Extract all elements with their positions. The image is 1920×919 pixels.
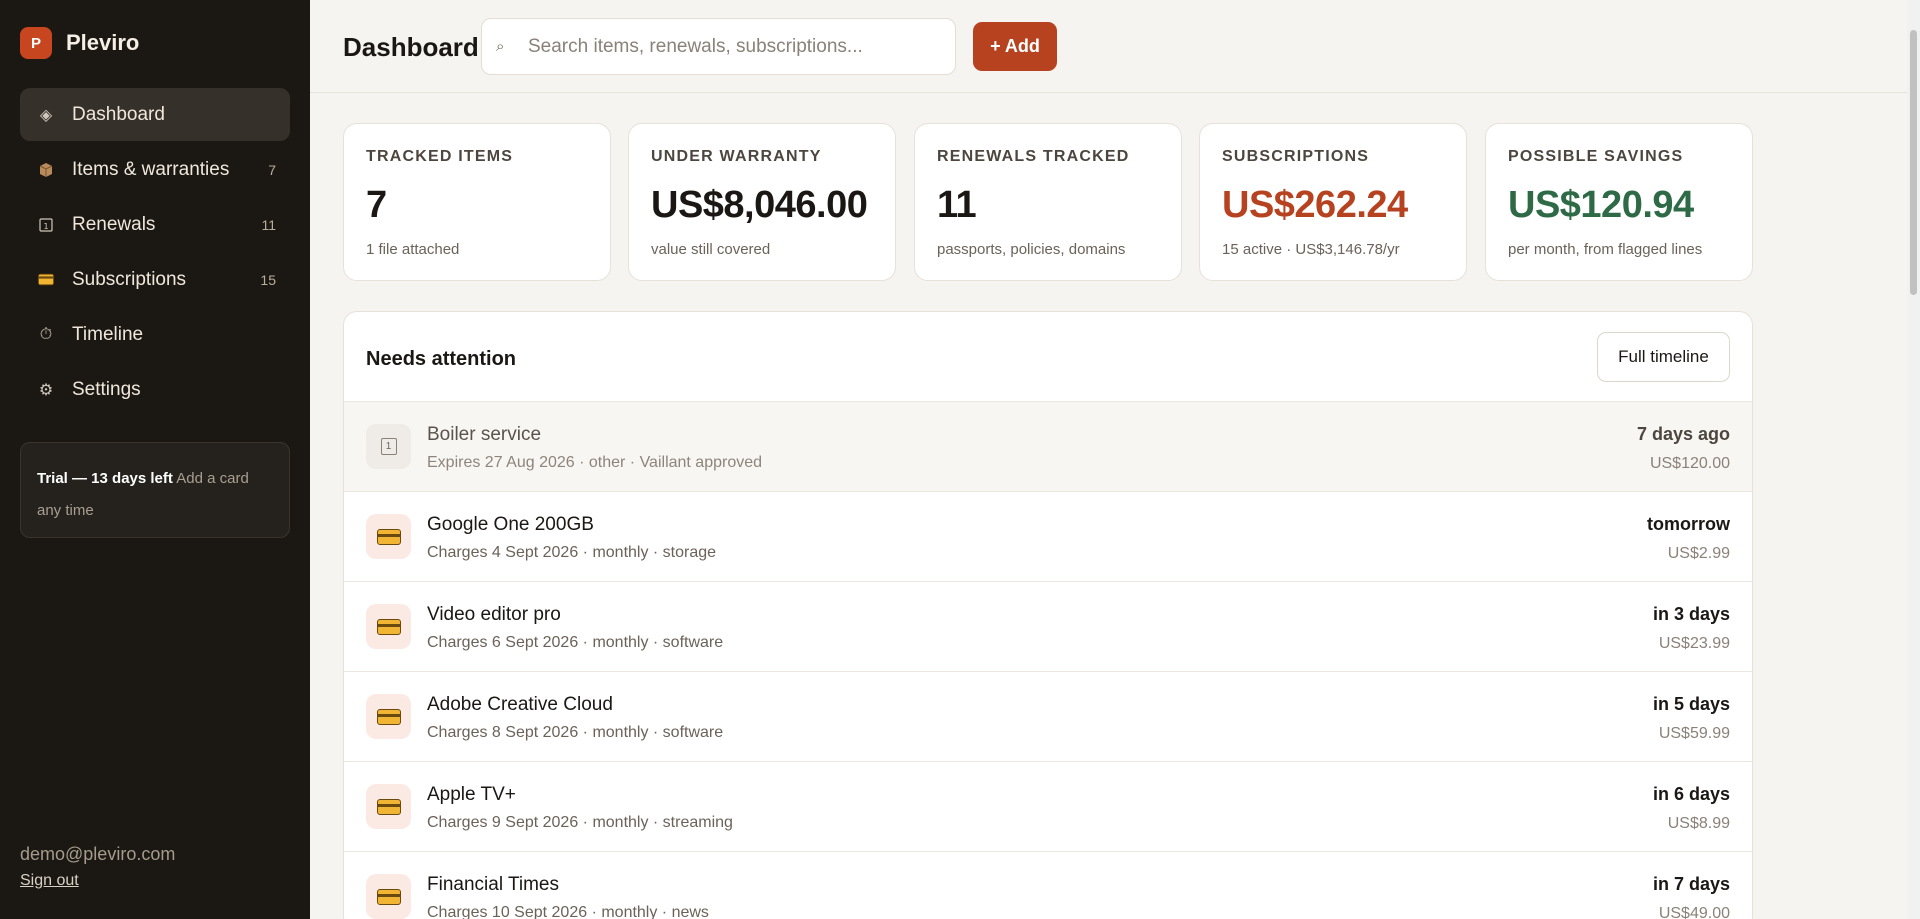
gear-icon: ⚙ <box>38 381 54 399</box>
search-box[interactable]: ⌕ <box>481 18 956 75</box>
sidebar-item-settings[interactable]: ⚙ Settings <box>20 363 290 416</box>
top-header: Dashboard ⌕ + Add <box>310 0 1907 93</box>
stat-label: UNDER WARRANTY <box>651 148 822 165</box>
sidebar-item-renewals[interactable]: 1 Renewals 11 <box>20 198 290 251</box>
stat-value: US$262.24 <box>1222 184 1408 226</box>
sidebar-item-label: Settings <box>72 378 141 400</box>
sidebar-item-label: Subscriptions <box>72 268 187 290</box>
item-title: Video editor pro <box>427 604 561 625</box>
sidebar-item-timeline[interactable]: ⏱ Timeline <box>20 308 290 361</box>
item-details: Charges 9 Sept 2026 · monthly · streamin… <box>427 814 733 831</box>
sidebar-item-items-warranties[interactable]: Items & warranties 7 <box>20 143 290 196</box>
credit-card-icon <box>38 273 54 286</box>
stopwatch-icon: ⏱ <box>39 325 53 343</box>
list-item[interactable]: Adobe Creative Cloud Charges 8 Sept 2026… <box>344 672 1752 762</box>
stat-card-renewals-tracked[interactable]: RENEWALS TRACKED 11 passports, policies,… <box>914 123 1182 281</box>
search-icon: ⌕ <box>496 38 505 55</box>
stat-label: POSSIBLE SAVINGS <box>1508 148 1684 165</box>
item-due: in 3 days <box>1652 604 1730 624</box>
sidebar: P Pleviro ◈ Dashboard Items & warranties… <box>0 0 310 919</box>
diamond-icon: ◈ <box>39 106 53 124</box>
item-amount: US$49.00 <box>1658 905 1730 919</box>
sign-out-link[interactable]: Sign out <box>20 872 79 890</box>
stat-label: RENEWALS TRACKED <box>937 148 1130 165</box>
sidebar-item-label: Dashboard <box>72 103 165 125</box>
item-details: Charges 4 Sept 2026 · monthly · storage <box>427 544 717 561</box>
svg-text:1: 1 <box>43 222 48 231</box>
page-title: Dashboard <box>343 32 479 62</box>
item-amount: US$59.99 <box>1658 725 1730 742</box>
sidebar-item-count: 11 <box>261 216 276 233</box>
sidebar-item-subscriptions[interactable]: Subscriptions 15 <box>20 253 290 306</box>
trial-notice: Trial — 13 days left Add a card any time <box>20 442 290 538</box>
sidebar-item-count: 15 <box>260 271 276 288</box>
item-title: Apple TV+ <box>427 784 516 805</box>
credit-card-icon <box>366 694 411 739</box>
box-icon <box>38 162 54 178</box>
credit-card-icon <box>366 514 411 559</box>
stat-value: 11 <box>937 184 977 226</box>
trial-status: Trial — 13 days left <box>37 470 173 487</box>
credit-card-icon <box>366 604 411 649</box>
stat-value: US$120.94 <box>1508 184 1694 226</box>
item-amount: US$2.99 <box>1667 545 1730 562</box>
stat-sub: per month, from flagged lines <box>1508 241 1703 258</box>
sidebar-item-label: Items & warranties <box>72 158 230 180</box>
item-title: Google One 200GB <box>427 514 594 535</box>
list-item[interactable]: 1 Boiler service Expires 27 Aug 2026 · o… <box>344 402 1752 492</box>
item-due: in 5 days <box>1652 694 1730 714</box>
item-due: in 7 days <box>1652 874 1730 894</box>
needs-attention-panel: Needs attention Full timeline 1 Boiler s… <box>343 311 1753 919</box>
add-button[interactable]: + Add <box>973 22 1057 71</box>
item-title: Adobe Creative Cloud <box>427 694 613 715</box>
stat-card-subscriptions[interactable]: SUBSCRIPTIONS US$262.24 15 active · US$3… <box>1199 123 1467 281</box>
item-due: 7 days ago <box>1636 424 1730 444</box>
stat-card-possible-savings[interactable]: POSSIBLE SAVINGS US$120.94 per month, fr… <box>1485 123 1753 281</box>
search-input[interactable] <box>528 35 948 58</box>
item-due: tomorrow <box>1647 514 1730 534</box>
sidebar-nav: ◈ Dashboard Items & warranties 7 1 Renew… <box>20 88 290 418</box>
stat-value: 7 <box>366 184 387 226</box>
full-timeline-button[interactable]: Full timeline <box>1597 332 1730 382</box>
item-details: Charges 10 Sept 2026 · monthly · news <box>427 904 709 919</box>
brand[interactable]: P Pleviro <box>20 27 139 59</box>
item-details: Expires 27 Aug 2026 · other · Vaillant a… <box>427 454 763 471</box>
item-amount: US$8.99 <box>1667 815 1730 832</box>
brand-logo: P <box>20 27 52 59</box>
stat-sub: 1 file attached <box>366 241 460 258</box>
stat-label: TRACKED ITEMS <box>366 148 514 165</box>
item-title: Boiler service <box>427 424 542 445</box>
item-details: Charges 8 Sept 2026 · monthly · software <box>427 724 724 741</box>
sidebar-item-dashboard[interactable]: ◈ Dashboard <box>20 88 290 141</box>
sidebar-item-label: Timeline <box>72 323 144 345</box>
item-amount: US$120.00 <box>1649 455 1730 472</box>
stat-sub: value still covered <box>651 241 771 258</box>
item-amount: US$23.99 <box>1658 635 1730 652</box>
item-title: Financial Times <box>427 874 559 895</box>
scrollbar-thumb[interactable] <box>1910 30 1917 295</box>
list-item[interactable]: Apple TV+ Charges 9 Sept 2026 · monthly … <box>344 762 1752 852</box>
sidebar-item-label: Renewals <box>72 213 156 235</box>
list-item[interactable]: Video editor pro Charges 6 Sept 2026 · m… <box>344 582 1752 672</box>
calendar-icon: 1 <box>38 217 54 232</box>
item-due: in 6 days <box>1652 784 1730 804</box>
stat-label: SUBSCRIPTIONS <box>1222 148 1370 165</box>
brand-name: Pleviro <box>66 30 140 55</box>
stat-sub: 15 active · US$3,146.78/yr <box>1222 241 1400 258</box>
credit-card-icon <box>366 784 411 829</box>
panel-header: Needs attention Full timeline <box>344 312 1752 402</box>
stat-sub: passports, policies, domains <box>937 241 1126 258</box>
credit-card-icon <box>366 874 411 919</box>
item-details: Charges 6 Sept 2026 · monthly · software <box>427 634 724 651</box>
calendar-icon: 1 <box>366 424 411 469</box>
stat-card-tracked-items[interactable]: TRACKED ITEMS 7 1 file attached <box>343 123 611 281</box>
list-item[interactable]: Financial Times Charges 10 Sept 2026 · m… <box>344 852 1752 919</box>
panel-title: Needs attention <box>366 348 517 370</box>
stat-card-under-warranty[interactable]: UNDER WARRANTY US$8,046.00 value still c… <box>628 123 896 281</box>
sidebar-item-count: 7 <box>268 161 276 178</box>
stat-value: US$8,046.00 <box>651 184 868 226</box>
page-scrollbar[interactable] <box>1907 0 1920 919</box>
user-email: demo@pleviro.com <box>20 844 176 864</box>
list-item[interactable]: Google One 200GB Charges 4 Sept 2026 · m… <box>344 492 1752 582</box>
